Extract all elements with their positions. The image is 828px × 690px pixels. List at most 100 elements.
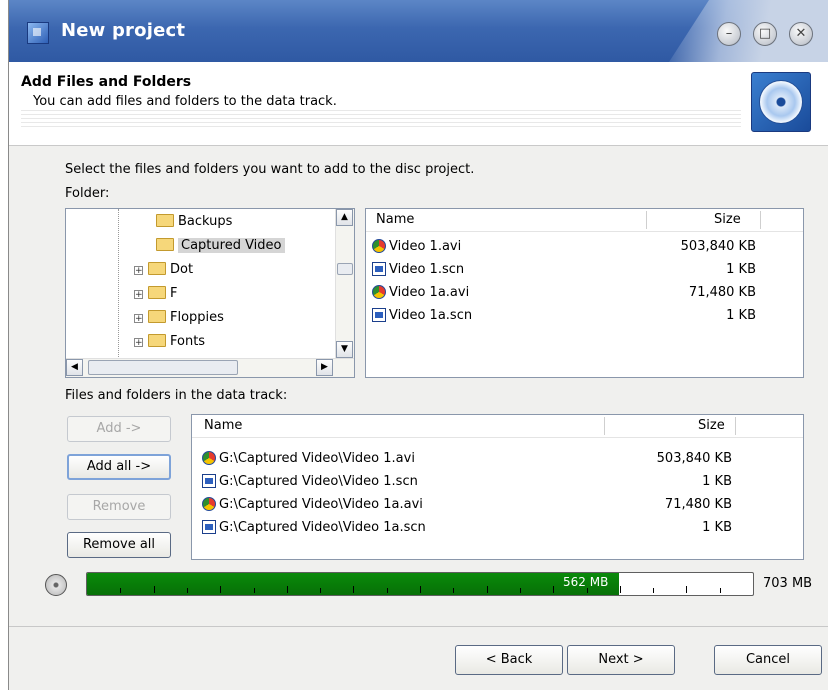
add-all-button[interactable]: Add all -> xyxy=(67,454,171,480)
scroll-down-icon[interactable]: ▼ xyxy=(336,341,353,358)
file-list[interactable]: Name Size Video 1.avi 503,840 KB Video 1… xyxy=(365,208,804,378)
scroll-thumb[interactable] xyxy=(337,263,353,275)
tree-item-fonts[interactable]: Fonts xyxy=(148,331,205,353)
data-track-label: Files and folders in the data track: xyxy=(65,388,288,403)
window-title: New project xyxy=(61,20,186,41)
expand-icon[interactable]: + xyxy=(134,338,143,348)
new-project-window: New project – □ ✕ Add Files and Folders … xyxy=(8,0,828,690)
capacity-tick xyxy=(420,586,421,593)
wizard-header: Add Files and Folders You can add files … xyxy=(9,62,828,146)
avi-file-icon xyxy=(372,238,386,253)
expand-icon[interactable]: + xyxy=(134,266,143,276)
capacity-tick xyxy=(686,586,687,593)
tree-horizontal-scrollbar[interactable]: ◀ ▶ xyxy=(66,358,354,377)
expand-icon[interactable]: + xyxy=(134,314,143,324)
capacity-tick xyxy=(453,588,454,593)
data-track-list[interactable]: Name Size G:\Captured Video\Video 1.avi … xyxy=(191,414,804,560)
capacity-tick xyxy=(353,586,354,593)
capacity-tick xyxy=(154,586,155,593)
folder-icon xyxy=(148,334,166,347)
capacity-tick xyxy=(287,586,288,593)
table-row[interactable]: G:\Captured Video\Video 1.scn xyxy=(202,471,418,493)
instructions-text: Select the files and folders you want to… xyxy=(65,162,475,177)
capacity-tick xyxy=(553,586,554,593)
scn-file-icon xyxy=(202,519,216,534)
avi-file-icon xyxy=(372,284,386,299)
file-list-header: Name Size xyxy=(366,209,803,232)
title-bar[interactable]: New project – □ ✕ xyxy=(9,0,828,62)
column-size[interactable]: Size xyxy=(714,212,741,227)
capacity-tick xyxy=(720,588,721,593)
tree-item-backups[interactable]: Backups xyxy=(156,211,232,233)
add-button[interactable]: Add -> xyxy=(67,416,171,442)
expand-icon[interactable]: + xyxy=(134,290,143,300)
disc-logo-icon xyxy=(751,72,811,132)
capacity-used-label: 562 MB xyxy=(563,575,609,589)
tree-item-dot[interactable]: Dot xyxy=(148,259,193,281)
column-name[interactable]: Name xyxy=(376,212,414,227)
file-size: 71,480 KB xyxy=(664,497,732,512)
folder-icon xyxy=(156,214,174,227)
file-size: 1 KB xyxy=(726,308,756,323)
avi-file-icon xyxy=(202,450,216,465)
scn-file-icon xyxy=(202,473,216,488)
folder-icon xyxy=(148,286,166,299)
file-size: 1 KB xyxy=(702,520,732,535)
next-button[interactable]: Next > xyxy=(567,645,675,675)
maximize-icon[interactable]: □ xyxy=(753,22,777,46)
disc-icon xyxy=(45,574,67,596)
table-row[interactable]: G:\Captured Video\Video 1.avi xyxy=(202,448,415,470)
folder-tree[interactable]: Backups Captured Video + Dot + F + Flopp… xyxy=(65,208,355,378)
folder-icon xyxy=(148,262,166,275)
list-item[interactable]: Video 1a.avi xyxy=(372,282,469,304)
cancel-button[interactable]: Cancel xyxy=(714,645,822,675)
header-title: Add Files and Folders xyxy=(21,74,192,90)
capacity-tick xyxy=(387,588,388,593)
scroll-up-icon[interactable]: ▲ xyxy=(336,209,353,226)
capacity-tick xyxy=(254,588,255,593)
column-name[interactable]: Name xyxy=(204,418,242,433)
tree-vertical-scrollbar[interactable]: ▲ ▼ xyxy=(335,209,354,359)
scn-file-icon xyxy=(372,261,386,276)
table-row[interactable]: G:\Captured Video\Video 1a.avi xyxy=(202,494,423,516)
list-item[interactable]: Video 1.scn xyxy=(372,259,464,281)
capacity-tick xyxy=(520,588,521,593)
capacity-tick xyxy=(220,586,221,593)
tree-item-f[interactable]: F xyxy=(148,283,177,305)
file-size: 503,840 KB xyxy=(656,451,732,466)
capacity-tick xyxy=(120,588,121,593)
scroll-right-icon[interactable]: ▶ xyxy=(316,359,333,376)
folder-label: Folder: xyxy=(65,186,110,201)
list-item[interactable]: Video 1.avi xyxy=(372,236,461,258)
capacity-tick xyxy=(320,588,321,593)
capacity-tick xyxy=(487,586,488,593)
avi-file-icon xyxy=(202,496,216,511)
track-list-header: Name Size xyxy=(192,415,803,438)
file-size: 1 KB xyxy=(702,474,732,489)
column-size[interactable]: Size xyxy=(698,418,725,433)
tree-item-captured-video[interactable]: Captured Video xyxy=(156,235,285,257)
app-icon xyxy=(27,22,49,44)
capacity-total-label: 703 MB xyxy=(763,576,813,591)
scn-file-icon xyxy=(372,307,386,322)
scroll-thumb[interactable] xyxy=(88,360,238,375)
tree-item-floppies[interactable]: Floppies xyxy=(148,307,224,329)
remove-button[interactable]: Remove xyxy=(67,494,171,520)
folder-icon xyxy=(156,238,174,251)
back-button[interactable]: < Back xyxy=(455,645,563,675)
capacity-bar: 562 MB xyxy=(86,572,754,596)
scroll-left-icon[interactable]: ◀ xyxy=(66,359,83,376)
list-item[interactable]: Video 1a.scn xyxy=(372,305,472,327)
minimize-icon[interactable]: – xyxy=(717,22,741,46)
remove-all-button[interactable]: Remove all xyxy=(67,532,171,558)
folder-icon xyxy=(148,310,166,323)
close-icon[interactable]: ✕ xyxy=(789,22,813,46)
file-size: 503,840 KB xyxy=(680,239,756,254)
header-subtitle: You can add files and folders to the dat… xyxy=(33,94,337,109)
table-row[interactable]: G:\Captured Video\Video 1a.scn xyxy=(202,517,426,539)
file-size: 71,480 KB xyxy=(688,285,756,300)
file-size: 1 KB xyxy=(726,262,756,277)
capacity-tick xyxy=(620,586,621,593)
capacity-tick xyxy=(653,588,654,593)
capacity-tick xyxy=(187,588,188,593)
